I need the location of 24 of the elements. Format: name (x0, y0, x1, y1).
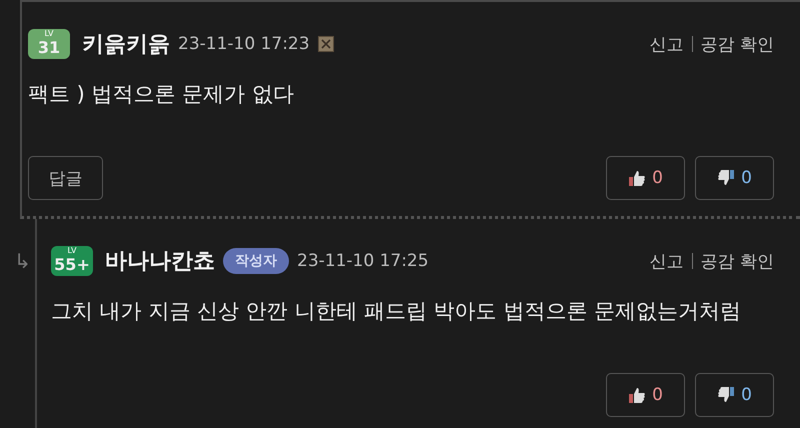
nickname[interactable]: 바나나칸쵸 (105, 246, 215, 276)
comment-text: 팩트 ) 법적으론 문제가 없다 (28, 81, 295, 108)
action-link[interactable]: 신고 (650, 250, 684, 272)
author-badge: 작성자 (223, 248, 289, 274)
block-icon[interactable] (318, 36, 334, 52)
thumbs-down-icon (717, 169, 736, 187)
level-number: 55+ (53, 256, 91, 276)
comment-time: 23-11-10 17:25 (297, 251, 429, 271)
thumbs-down-icon (717, 386, 736, 404)
reply-button[interactable]: 답글 (28, 156, 103, 200)
action-link[interactable]: 신고 (650, 32, 684, 56)
action-link[interactable]: 공감 확인 (700, 32, 774, 56)
like-button[interactable]: 0 (606, 373, 685, 417)
level-number: 31 (36, 39, 62, 59)
thumbs-up-icon (628, 169, 646, 187)
thumbs-up-icon (628, 386, 646, 404)
action-link[interactable]: 공감 확인 (700, 250, 774, 272)
dislike-button[interactable]: 0 (695, 156, 774, 200)
comment-text: 그치 내가 지금 신상 안깐 니한테 패드립 박아도 법적으론 문제없는거처럼 (51, 298, 742, 325)
like-button[interactable]: 0 (606, 156, 685, 200)
nickname[interactable]: 키읅키읅 (82, 29, 170, 59)
dislike-button[interactable]: 0 (695, 373, 774, 417)
reply-arrow-icon: ↳ (14, 249, 31, 273)
comment-time: 23-11-10 17:23 (178, 34, 310, 54)
